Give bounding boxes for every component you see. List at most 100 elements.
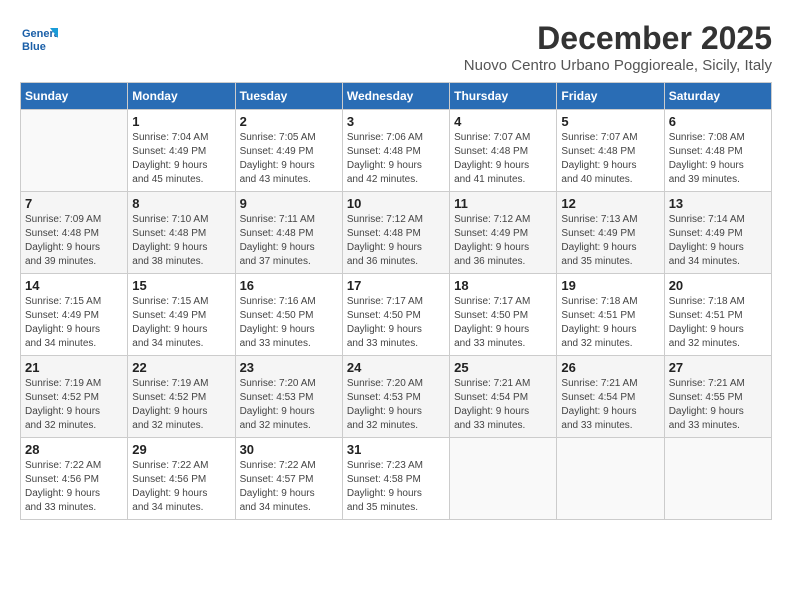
calendar-cell: 23 Sunrise: 7:20 AM Sunset: 4:53 PM Dayli… bbox=[235, 356, 342, 438]
calendar-cell: 28Sunrise: 7:22 AM Sunset: 4:56 PM Dayli… bbox=[21, 438, 128, 520]
calendar-cell: 30 Sunrise: 7:22 AM Sunset: 4:57 PM Dayli… bbox=[235, 438, 342, 520]
calendar-cell bbox=[664, 438, 771, 520]
day-number: 23 bbox=[240, 360, 338, 375]
day-info: Sunrise: 7:20 AM Sunset: 4:53 PM Dayligh… bbox=[347, 377, 445, 433]
calendar-table: SundayMondayTuesdayWednesdayThursdayFrid… bbox=[20, 82, 772, 520]
day-number: 4 bbox=[454, 114, 552, 129]
header-cell-wednesday: Wednesday bbox=[342, 83, 449, 110]
day-number: 31 bbox=[347, 442, 445, 457]
day-info: Sunrise: 7:22 AM Sunset: 4:56 PM Dayligh… bbox=[25, 459, 123, 515]
calendar-cell: 25 Sunrise: 7:21 AM Sunset: 4:54 PM Dayli… bbox=[450, 356, 557, 438]
header-cell-tuesday: Tuesday bbox=[235, 83, 342, 110]
day-info: Sunrise: 7:18 AM Sunset: 4:51 PM Dayligh… bbox=[669, 295, 767, 351]
title-section: December 2025 Nuovo Centro Urbano Poggio… bbox=[464, 20, 772, 74]
header-cell-monday: Monday bbox=[128, 83, 235, 110]
svg-text:Blue: Blue bbox=[22, 41, 46, 53]
day-info: Sunrise: 7:09 AM Sunset: 4:48 PM Dayligh… bbox=[25, 213, 123, 269]
calendar-body: 1Sunrise: 7:04 AM Sunset: 4:49 PM Daylig… bbox=[21, 110, 772, 520]
day-number: 12 bbox=[561, 196, 659, 211]
day-info: Sunrise: 7:12 AM Sunset: 4:48 PM Dayligh… bbox=[347, 213, 445, 269]
day-info: Sunrise: 7:15 AM Sunset: 4:49 PM Dayligh… bbox=[25, 295, 123, 351]
calendar-cell: 18Sunrise: 7:17 AM Sunset: 4:50 PM Dayli… bbox=[450, 274, 557, 356]
day-info: Sunrise: 7:06 AM Sunset: 4:48 PM Dayligh… bbox=[347, 131, 445, 187]
week-row-4: 21 Sunrise: 7:19 AM Sunset: 4:52 PM Dayli… bbox=[21, 356, 772, 438]
day-number: 30 bbox=[240, 442, 338, 457]
week-row-2: 7 Sunrise: 7:09 AM Sunset: 4:48 PM Daylig… bbox=[21, 192, 772, 274]
day-info: Sunrise: 7:16 AM Sunset: 4:50 PM Dayligh… bbox=[240, 295, 338, 351]
day-info: Sunrise: 7:19 AM Sunset: 4:52 PM Dayligh… bbox=[132, 377, 230, 433]
header-cell-sunday: Sunday bbox=[21, 83, 128, 110]
day-number: 22 bbox=[132, 360, 230, 375]
week-row-1: 1Sunrise: 7:04 AM Sunset: 4:49 PM Daylig… bbox=[21, 110, 772, 192]
calendar-cell: 15 Sunrise: 7:15 AM Sunset: 4:49 PM Dayli… bbox=[128, 274, 235, 356]
header-cell-thursday: Thursday bbox=[450, 83, 557, 110]
day-info: Sunrise: 7:19 AM Sunset: 4:52 PM Dayligh… bbox=[25, 377, 123, 433]
day-info: Sunrise: 7:21 AM Sunset: 4:55 PM Dayligh… bbox=[669, 377, 767, 433]
day-number: 5 bbox=[561, 114, 659, 129]
day-number: 26 bbox=[561, 360, 659, 375]
day-info: Sunrise: 7:15 AM Sunset: 4:49 PM Dayligh… bbox=[132, 295, 230, 351]
calendar-cell: 8Sunrise: 7:10 AM Sunset: 4:48 PM Daylig… bbox=[128, 192, 235, 274]
calendar-cell: 27 Sunrise: 7:21 AM Sunset: 4:55 PM Dayli… bbox=[664, 356, 771, 438]
week-row-3: 14 Sunrise: 7:15 AM Sunset: 4:49 PM Dayli… bbox=[21, 274, 772, 356]
header-cell-saturday: Saturday bbox=[664, 83, 771, 110]
day-info: Sunrise: 7:07 AM Sunset: 4:48 PM Dayligh… bbox=[454, 131, 552, 187]
calendar-cell: 17 Sunrise: 7:17 AM Sunset: 4:50 PM Dayli… bbox=[342, 274, 449, 356]
day-number: 6 bbox=[669, 114, 767, 129]
calendar-cell: 2Sunrise: 7:05 AM Sunset: 4:49 PM Daylig… bbox=[235, 110, 342, 192]
day-info: Sunrise: 7:07 AM Sunset: 4:48 PM Dayligh… bbox=[561, 131, 659, 187]
calendar-cell: 9 Sunrise: 7:11 AM Sunset: 4:48 PM Daylig… bbox=[235, 192, 342, 274]
subtitle: Nuovo Centro Urbano Poggioreale, Sicily,… bbox=[464, 57, 772, 74]
day-number: 24 bbox=[347, 360, 445, 375]
day-number: 2 bbox=[240, 114, 338, 129]
day-info: Sunrise: 7:21 AM Sunset: 4:54 PM Dayligh… bbox=[561, 377, 659, 433]
calendar-cell: 3Sunrise: 7:06 AM Sunset: 4:48 PM Daylig… bbox=[342, 110, 449, 192]
day-info: Sunrise: 7:04 AM Sunset: 4:49 PM Dayligh… bbox=[132, 131, 230, 187]
day-number: 13 bbox=[669, 196, 767, 211]
calendar-cell: 31 Sunrise: 7:23 AM Sunset: 4:58 PM Dayli… bbox=[342, 438, 449, 520]
day-number: 15 bbox=[132, 278, 230, 293]
day-number: 21 bbox=[25, 360, 123, 375]
calendar-cell: 7 Sunrise: 7:09 AM Sunset: 4:48 PM Daylig… bbox=[21, 192, 128, 274]
day-number: 9 bbox=[240, 196, 338, 211]
day-number: 7 bbox=[25, 196, 123, 211]
day-number: 11 bbox=[454, 196, 552, 211]
day-info: Sunrise: 7:13 AM Sunset: 4:49 PM Dayligh… bbox=[561, 213, 659, 269]
calendar-cell: 29 Sunrise: 7:22 AM Sunset: 4:56 PM Dayli… bbox=[128, 438, 235, 520]
calendar-cell: 21 Sunrise: 7:19 AM Sunset: 4:52 PM Dayli… bbox=[21, 356, 128, 438]
calendar-cell: 11Sunrise: 7:12 AM Sunset: 4:49 PM Dayli… bbox=[450, 192, 557, 274]
day-number: 8 bbox=[132, 196, 230, 211]
calendar-cell bbox=[21, 110, 128, 192]
day-number: 17 bbox=[347, 278, 445, 293]
calendar-cell: 10Sunrise: 7:12 AM Sunset: 4:48 PM Dayli… bbox=[342, 192, 449, 274]
day-info: Sunrise: 7:17 AM Sunset: 4:50 PM Dayligh… bbox=[454, 295, 552, 351]
day-info: Sunrise: 7:23 AM Sunset: 4:58 PM Dayligh… bbox=[347, 459, 445, 515]
calendar-cell bbox=[450, 438, 557, 520]
calendar-cell: 16Sunrise: 7:16 AM Sunset: 4:50 PM Dayli… bbox=[235, 274, 342, 356]
logo-icon: General Blue bbox=[20, 20, 58, 58]
calendar-cell: 20 Sunrise: 7:18 AM Sunset: 4:51 PM Dayli… bbox=[664, 274, 771, 356]
calendar-cell: 6 Sunrise: 7:08 AM Sunset: 4:48 PM Daylig… bbox=[664, 110, 771, 192]
page-container: General Blue December 2025 Nuovo Centro … bbox=[20, 20, 772, 520]
header-cell-friday: Friday bbox=[557, 83, 664, 110]
day-info: Sunrise: 7:14 AM Sunset: 4:49 PM Dayligh… bbox=[669, 213, 767, 269]
day-info: Sunrise: 7:22 AM Sunset: 4:56 PM Dayligh… bbox=[132, 459, 230, 515]
calendar-cell: 5 Sunrise: 7:07 AM Sunset: 4:48 PM Daylig… bbox=[557, 110, 664, 192]
day-number: 25 bbox=[454, 360, 552, 375]
calendar-cell: 12 Sunrise: 7:13 AM Sunset: 4:49 PM Dayli… bbox=[557, 192, 664, 274]
day-number: 29 bbox=[132, 442, 230, 457]
day-info: Sunrise: 7:08 AM Sunset: 4:48 PM Dayligh… bbox=[669, 131, 767, 187]
calendar-cell: 13 Sunrise: 7:14 AM Sunset: 4:49 PM Dayli… bbox=[664, 192, 771, 274]
day-info: Sunrise: 7:17 AM Sunset: 4:50 PM Dayligh… bbox=[347, 295, 445, 351]
day-info: Sunrise: 7:22 AM Sunset: 4:57 PM Dayligh… bbox=[240, 459, 338, 515]
day-info: Sunrise: 7:21 AM Sunset: 4:54 PM Dayligh… bbox=[454, 377, 552, 433]
week-row-5: 28Sunrise: 7:22 AM Sunset: 4:56 PM Dayli… bbox=[21, 438, 772, 520]
day-number: 20 bbox=[669, 278, 767, 293]
day-info: Sunrise: 7:11 AM Sunset: 4:48 PM Dayligh… bbox=[240, 213, 338, 269]
calendar-cell: 14 Sunrise: 7:15 AM Sunset: 4:49 PM Dayli… bbox=[21, 274, 128, 356]
main-title: December 2025 bbox=[464, 20, 772, 57]
calendar-cell: 24 Sunrise: 7:20 AM Sunset: 4:53 PM Dayli… bbox=[342, 356, 449, 438]
day-info: Sunrise: 7:20 AM Sunset: 4:53 PM Dayligh… bbox=[240, 377, 338, 433]
day-number: 14 bbox=[25, 278, 123, 293]
day-number: 27 bbox=[669, 360, 767, 375]
